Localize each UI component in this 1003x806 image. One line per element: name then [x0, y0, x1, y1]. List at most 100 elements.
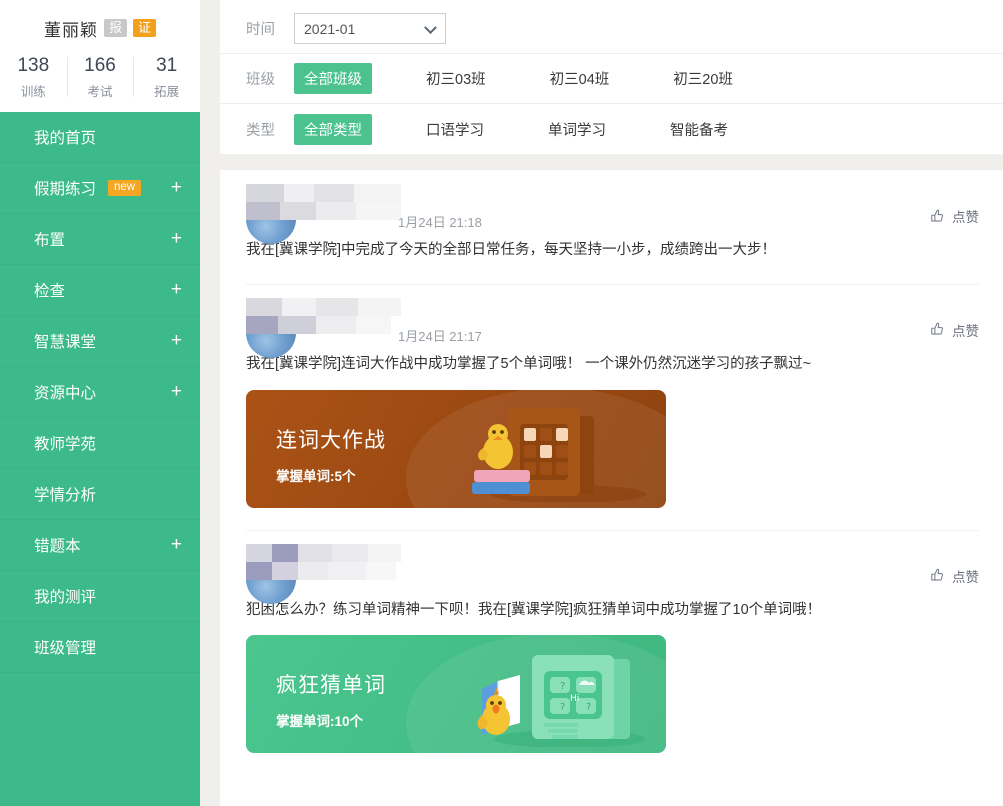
card-subtitle: 掌握单词:5个 — [276, 468, 356, 484]
activity-card-orange[interactable]: 连词大作战 掌握单词:5个 — [246, 389, 666, 508]
like-label: 点赞 — [952, 569, 979, 585]
svg-text:?: ? — [560, 702, 565, 713]
filter-row-class: 班级 全部班级 初三03班 初三04班 初三20班 — [220, 54, 1003, 104]
chevron-down-icon — [424, 20, 437, 34]
stat-exam-label: 考试 — [87, 84, 113, 99]
thumbs-up-icon — [931, 568, 943, 581]
svg-text:Hi: Hi — [570, 694, 579, 704]
main-content: 时间 2021-01 班级 全部班级 初三03班 初三04班 初三20班 类型 — [220, 0, 1003, 806]
filter-label-class: 班级 — [246, 72, 275, 88]
sidebar-item-my-assessment[interactable]: 我的测评 — [0, 571, 200, 622]
chick-book-screen-icon: ? ? ? Hi — [477, 655, 646, 748]
stat-exam-value: 166 — [84, 55, 116, 76]
sidebar-item-assign[interactable]: 布置 + — [0, 214, 200, 265]
sidebar-item-holiday-practice[interactable]: 假期练习 new + — [0, 163, 200, 214]
stat-extension-value: 31 — [156, 55, 178, 76]
activity-card-green[interactable]: 疯狂猜单词 掌握单词:10个 ? ? ? Hi — [246, 635, 666, 754]
sidebar-item-smart-classroom[interactable]: 智慧课堂 + — [0, 316, 200, 367]
like-button[interactable]: 点赞 — [930, 320, 979, 340]
panel-divider-band — [220, 154, 1003, 170]
like-label: 点赞 — [952, 210, 979, 225]
new-badge: new — [108, 179, 142, 196]
layout-gutter — [200, 0, 220, 806]
sidebar-item-resource-center[interactable]: 资源中心 + — [0, 367, 200, 418]
sidebar-item-label: 检查 — [34, 282, 66, 300]
filter-row-type: 类型 全部类型 口语学习 单词学习 智能备考 — [220, 104, 1003, 154]
profile-card: 董丽颖 报 证 138 训练 166 考试 31 拓展 — [0, 0, 200, 112]
sidebar-item-label: 教师学苑 — [34, 435, 97, 453]
expand-plus-icon[interactable]: + — [171, 229, 182, 248]
post-separator — [246, 529, 979, 531]
type-chip-3[interactable]: 智能备考 — [660, 114, 738, 145]
filter-label-type: 类型 — [246, 122, 275, 139]
card-title: 疯狂猜单词 — [276, 674, 386, 698]
sidebar-item-label: 我的测评 — [34, 588, 97, 606]
post-timestamp: 1月24日 21:18 — [398, 215, 482, 230]
card-subtitle: 掌握单词:10个 — [276, 714, 364, 730]
stat-training: 138 训练 — [0, 54, 67, 100]
like-button[interactable]: 点赞 — [930, 566, 979, 586]
sidebar-item-label: 错题本 — [34, 537, 81, 555]
sidebar: 董丽颖 报 证 138 训练 166 考试 31 拓展 我的首页 假期练习 ne… — [0, 0, 200, 806]
time-select[interactable]: 2021-01 — [294, 13, 446, 44]
sidebar-item-label: 学情分析 — [34, 486, 97, 504]
post-author — [246, 543, 426, 604]
sidebar-item-teacher-academy[interactable]: 教师学苑 — [0, 418, 200, 469]
stat-extension-label: 拓展 — [154, 84, 180, 99]
type-chip-all[interactable]: 全部类型 — [294, 113, 372, 145]
sidebar-item-learning-analysis[interactable]: 学情分析 — [0, 469, 200, 520]
type-chip-2[interactable]: 单词学习 — [538, 114, 616, 145]
badge-certified: 证 — [133, 19, 157, 37]
time-select-value: 2021-01 — [304, 20, 356, 37]
class-chip-1[interactable]: 初三03班 — [416, 63, 496, 94]
post-text: 我在[冀课学院]连词大作战中成功掌握了5个单词哦！ 一个课外仍然沉迷学习的孩子飘… — [246, 355, 812, 372]
expand-plus-icon[interactable]: + — [171, 535, 182, 554]
stat-training-value: 138 — [17, 55, 50, 76]
class-chip-all[interactable]: 全部班级 — [294, 63, 372, 94]
post-text: 犯困怎么办？练习单词精神一下呗！我在[冀课学院]疯狂猜单词中成功掌握了10个单词… — [246, 601, 822, 618]
sidebar-item-home[interactable]: 我的首页 — [0, 112, 200, 163]
like-button[interactable]: 点赞 — [930, 206, 979, 226]
class-chip-3[interactable]: 初三20班 — [663, 63, 743, 94]
stat-extension: 31 拓展 — [133, 54, 200, 100]
profile-name: 董丽颖 — [43, 20, 98, 40]
profile-name-row: 董丽颖 报 证 — [0, 14, 200, 42]
svg-text:?: ? — [560, 681, 565, 692]
card-title: 连词大作战 — [276, 428, 386, 452]
post-header: 1月24日 21:17 点赞 — [246, 297, 979, 358]
post-header: 1月24日 21:18 点赞 — [246, 184, 979, 244]
blurred-author-name — [246, 543, 401, 580]
sidebar-item-label: 班级管理 — [34, 639, 97, 657]
sidebar-item-wrong-question-book[interactable]: 错题本 + — [0, 520, 200, 571]
sidebar-nav: 我的首页 假期练习 new + 布置 + 检查 + 智慧课堂 + 资源中心 + — [0, 111, 200, 806]
type-chip-group: 全部类型 口语学习 单词学习 智能备考 — [294, 113, 738, 145]
expand-plus-icon[interactable]: + — [171, 331, 182, 350]
like-label: 点赞 — [952, 323, 979, 339]
blurred-author-name — [246, 297, 401, 334]
stat-exam: 166 考试 — [66, 54, 134, 100]
filter-row-time: 时间 2021-01 — [220, 4, 1003, 54]
post-text: 我在[冀课学院]中完成了今天的全部日常任务，每天坚持一小步，成绩跨出一大步！ — [246, 242, 777, 258]
expand-plus-icon[interactable]: + — [171, 178, 182, 197]
sidebar-item-label: 我的首页 — [34, 129, 97, 147]
blurred-author-name — [246, 184, 401, 220]
expand-plus-icon[interactable]: + — [171, 382, 182, 401]
activity-feed: 1月24日 21:18 点赞 我在[冀课学院]中完成了今天的全部日常任务，每天坚… — [220, 170, 1003, 806]
chick-on-books-grid-icon — [472, 407, 646, 502]
expand-plus-icon[interactable]: + — [171, 280, 182, 299]
sidebar-item-class-management[interactable]: 班级管理 — [0, 622, 200, 673]
thumbs-up-icon — [931, 323, 943, 335]
type-chip-1[interactable]: 口语学习 — [416, 114, 494, 145]
thumbs-up-icon — [931, 209, 943, 221]
post-header: 点赞 — [246, 543, 979, 604]
class-chip-2[interactable]: 初三04班 — [540, 63, 620, 94]
feed-post: 点赞 犯困怎么办？练习单词精神一下呗！我在[冀课学院]疯狂猜单词中成功掌握了10… — [220, 529, 1003, 754]
sidebar-item-label: 资源中心 — [34, 384, 97, 402]
filter-label-time: 时间 — [246, 22, 275, 38]
stat-training-label: 训练 — [20, 84, 46, 99]
app-root: 董丽颖 报 证 138 训练 166 考试 31 拓展 我的首页 假期练习 ne… — [0, 0, 1003, 806]
sidebar-item-label: 布置 — [34, 231, 66, 249]
badge-report: 报 — [103, 19, 127, 37]
post-timestamp: 1月24日 21:17 — [398, 328, 482, 344]
sidebar-item-check[interactable]: 检查 + — [0, 265, 200, 316]
